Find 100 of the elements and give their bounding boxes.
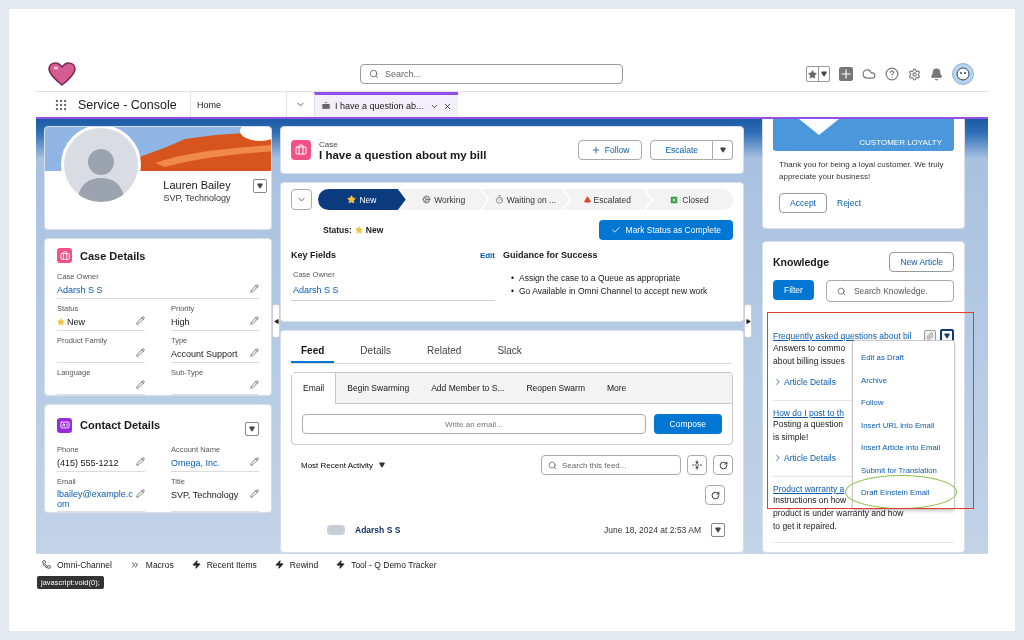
workspace-tab[interactable]: I have a question ab... bbox=[314, 92, 458, 117]
pencil-icon[interactable] bbox=[250, 489, 259, 498]
utility-item[interactable]: Rewind bbox=[274, 559, 319, 570]
double-chevron-icon bbox=[129, 559, 140, 570]
notch-shape bbox=[799, 119, 839, 135]
dropdown-button[interactable] bbox=[713, 140, 733, 160]
field-value: (415) 555-1212 bbox=[57, 457, 119, 468]
avatar-icon bbox=[327, 525, 345, 535]
collapse-handle[interactable] bbox=[272, 304, 280, 338]
refresh-button[interactable] bbox=[713, 455, 733, 475]
field-link[interactable]: Adarsh S S bbox=[293, 284, 339, 296]
cloud-icon[interactable] bbox=[862, 67, 876, 81]
action-tab[interactable]: Add Member to S... bbox=[420, 373, 516, 404]
edit-link[interactable]: Edit bbox=[479, 250, 495, 260]
dropdown-button[interactable] bbox=[711, 523, 725, 537]
contact-card-icon bbox=[57, 417, 72, 433]
accept-button[interactable]: Accept bbox=[779, 193, 827, 213]
action-tab[interactable]: More bbox=[596, 373, 638, 404]
collapse-all-button[interactable] bbox=[687, 455, 707, 475]
pencil-icon[interactable] bbox=[136, 489, 145, 498]
heart-logo[interactable] bbox=[48, 62, 76, 86]
tab[interactable]: Slack bbox=[487, 341, 532, 363]
tab[interactable]: Details bbox=[350, 341, 401, 363]
pencil-icon[interactable] bbox=[250, 284, 259, 293]
post-time: June 18, 2024 at 2:53 AM bbox=[604, 525, 701, 535]
post-author[interactable]: Adarsh S S bbox=[355, 525, 595, 535]
settings-icon[interactable] bbox=[908, 67, 921, 81]
pencil-icon[interactable] bbox=[250, 316, 259, 325]
tab[interactable]: Feed bbox=[291, 341, 335, 363]
tab[interactable]: Related bbox=[416, 341, 472, 363]
path-step[interactable]: New bbox=[318, 189, 406, 210]
search-placeholder: Search this feed... bbox=[562, 460, 627, 470]
mark-complete-button[interactable]: Mark Status as Complete bbox=[598, 220, 733, 240]
plus-icon bbox=[590, 145, 601, 155]
path-step[interactable]: Closed bbox=[645, 189, 733, 210]
utility-item[interactable]: Omni-Channel bbox=[42, 559, 112, 570]
article-link[interactable]: Frequently asked questions about bil bbox=[773, 330, 920, 341]
utility-item[interactable]: Recent Items bbox=[191, 559, 257, 570]
escalate-button[interactable]: Escalate bbox=[650, 140, 713, 160]
article-details-link[interactable]: Article Details bbox=[773, 377, 836, 387]
loyalty-message: Thank you for being a loyal customer. We truly appreciate your business! bbox=[778, 159, 945, 183]
search-field[interactable]: Search this feed... bbox=[541, 455, 681, 475]
collapse-handle[interactable] bbox=[744, 304, 752, 338]
caret-icon bbox=[944, 332, 950, 339]
email-input[interactable]: Write an email... bbox=[302, 414, 646, 434]
field-link[interactable]: lbailey@example.com bbox=[57, 489, 136, 509]
filter-button[interactable]: Filter bbox=[773, 280, 814, 300]
pencil-icon[interactable] bbox=[136, 348, 145, 357]
article-summary: Answers to commo bbox=[773, 342, 846, 355]
search-field[interactable]: Search Knowledge. bbox=[825, 280, 954, 302]
app-launcher-icon[interactable] bbox=[54, 97, 68, 112]
pencil-icon[interactable] bbox=[136, 457, 145, 466]
avatar-icon[interactable] bbox=[952, 63, 974, 85]
follow-button[interactable]: Follow bbox=[577, 140, 643, 160]
paperclip-icon[interactable] bbox=[924, 329, 936, 342]
status-value: New bbox=[365, 225, 384, 235]
bolt-icon bbox=[274, 560, 284, 569]
refresh-button[interactable] bbox=[705, 485, 725, 505]
field-link[interactable]: Omega, Inc. bbox=[171, 457, 221, 468]
field-link[interactable]: Adarsh S S bbox=[57, 284, 103, 295]
bullet: • bbox=[511, 272, 514, 285]
path-step[interactable]: Working bbox=[399, 189, 488, 210]
utility-item[interactable]: Tool - Q Demo Tracker bbox=[336, 559, 437, 570]
path-step[interactable]: Waiting on ... bbox=[481, 189, 570, 210]
favorites-button[interactable] bbox=[806, 66, 830, 82]
card-title: Case Details bbox=[80, 249, 147, 262]
sort-dropdown[interactable]: Most Recent Activity bbox=[301, 460, 535, 470]
article-summary: about billing issues bbox=[773, 355, 845, 368]
bell-icon[interactable] bbox=[930, 67, 943, 81]
new-article-button[interactable]: New Article bbox=[889, 252, 954, 272]
reject-link[interactable]: Reject bbox=[837, 198, 862, 208]
briefcase-icon bbox=[321, 101, 331, 111]
pencil-icon[interactable] bbox=[250, 457, 259, 466]
pencil-icon[interactable] bbox=[136, 316, 145, 325]
pencil-icon[interactable] bbox=[136, 380, 145, 389]
article-details-link[interactable]: Article Details bbox=[773, 453, 836, 463]
help-icon[interactable] bbox=[885, 67, 899, 81]
dropdown-button[interactable] bbox=[253, 179, 267, 193]
dropdown-button[interactable] bbox=[245, 422, 259, 436]
refresh-icon bbox=[710, 490, 720, 500]
compose-button[interactable]: Compose bbox=[653, 414, 722, 434]
search-placeholder: Search Knowledge. bbox=[853, 286, 928, 296]
collapse-button[interactable] bbox=[291, 189, 312, 210]
triangle-icon bbox=[583, 196, 591, 203]
search-field[interactable]: Search... bbox=[360, 64, 623, 84]
utility-item[interactable]: Macros bbox=[129, 559, 174, 570]
pencil-icon[interactable] bbox=[250, 348, 259, 357]
caret-icon bbox=[257, 183, 263, 189]
path-step[interactable]: Escalated bbox=[563, 189, 652, 210]
plus-icon[interactable] bbox=[839, 67, 853, 81]
action-tab[interactable]: Email bbox=[292, 373, 337, 404]
close-icon[interactable] bbox=[443, 101, 452, 111]
action-tab[interactable]: Reopen Swarm bbox=[515, 373, 596, 404]
action-tab[interactable]: Begin Swarming bbox=[336, 373, 421, 404]
field-value: Account Support bbox=[171, 348, 238, 359]
pencil-icon[interactable] bbox=[250, 380, 259, 389]
field-value: High bbox=[171, 316, 190, 327]
caret-icon bbox=[379, 462, 386, 468]
article-summary: is simple! bbox=[773, 431, 809, 444]
timer-icon bbox=[494, 195, 504, 204]
